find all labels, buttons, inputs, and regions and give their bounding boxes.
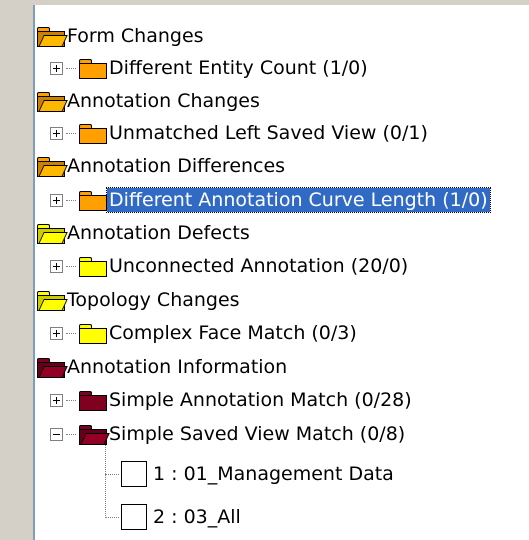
connector-line (66, 265, 76, 267)
open-folder-icon (36, 223, 68, 244)
tree-item-different-entity-count[interactable]: Different Entity Count (1/0) (50, 52, 370, 84)
tree-item-unconnected-annotation[interactable]: Unconnected Annotation (20/0) (50, 250, 410, 282)
tree-leaf-saved-view-2[interactable]: 2 : 03_All (105, 501, 243, 533)
folder-icon (78, 190, 107, 211)
connector-line (105, 473, 119, 475)
tree-item-label: Form Changes (67, 25, 204, 47)
open-folder-icon (36, 26, 68, 47)
tree-category-topology-changes[interactable]: Topology Changes (36, 284, 242, 316)
tree-item-complex-face-match[interactable]: Complex Face Match (0/3) (50, 317, 359, 349)
folder-icon (78, 123, 107, 144)
tree-category-annotation-changes[interactable]: Annotation Changes (36, 85, 262, 117)
tree-item-label: Unmatched Left Saved View (0/1) (109, 122, 428, 144)
tree-category-annotation-differences[interactable]: Annotation Differences (36, 150, 287, 182)
expand-icon[interactable] (50, 61, 63, 75)
expand-icon[interactable] (50, 126, 63, 140)
tree-item-label: Annotation Differences (67, 155, 286, 177)
folder-icon (78, 256, 107, 277)
tree-item-label: 1 : 01_Management Data (153, 463, 394, 485)
checkbox[interactable] (121, 504, 147, 530)
tree-item-label: 2 : 03_All (153, 506, 241, 528)
connector-line (66, 132, 76, 134)
tree-item-different-annotation-curve-length[interactable]: Different Annotation Curve Length (1/0) (50, 184, 491, 216)
tree-item-label: Different Annotation Curve Length (1/0) (106, 187, 491, 213)
expand-icon[interactable] (50, 193, 63, 207)
tree-category-form-changes[interactable]: Form Changes (36, 20, 206, 52)
connector-line (66, 199, 76, 201)
tree-item-label: Annotation Defects (67, 222, 250, 244)
open-folder-icon (36, 357, 68, 378)
tree-leaf-saved-view-1[interactable]: 1 : 01_Management Data (105, 458, 396, 490)
folder-icon (78, 58, 107, 79)
tree-item-label: Annotation Information (67, 356, 288, 378)
tree-item-simple-saved-view-match[interactable]: Simple Saved View Match (0/8) (50, 418, 407, 450)
open-folder-icon (78, 424, 110, 445)
tree-item-label: Different Entity Count (1/0) (109, 57, 368, 79)
connector-line (66, 433, 76, 435)
connector-line (105, 516, 119, 518)
tree-item-label: Simple Saved View Match (0/8) (109, 423, 406, 445)
expand-icon[interactable] (50, 259, 63, 273)
connector-line (66, 332, 76, 334)
checkbox[interactable] (121, 461, 147, 487)
tree-item-simple-annotation-match[interactable]: Simple Annotation Match (0/28) (50, 384, 414, 416)
tree-left-edge (33, 5, 35, 540)
tree-category-annotation-defects[interactable]: Annotation Defects (36, 217, 252, 249)
tree-item-label: Annotation Changes (67, 90, 260, 112)
open-folder-icon (36, 91, 68, 112)
folder-icon (78, 390, 107, 411)
left-panel-border (0, 0, 33, 540)
tree-item-unmatched-left-saved-view[interactable]: Unmatched Left Saved View (0/1) (50, 117, 430, 149)
top-border (0, 0, 529, 5)
tree-item-label: Topology Changes (67, 289, 240, 311)
tree-item-label: Unconnected Annotation (20/0) (109, 255, 409, 277)
open-folder-icon (36, 290, 68, 311)
connector-line (66, 399, 76, 401)
tree-category-annotation-information[interactable]: Annotation Information (36, 351, 289, 383)
open-folder-icon (36, 156, 68, 177)
tree-item-label: Simple Annotation Match (0/28) (109, 389, 412, 411)
folder-icon (78, 323, 107, 344)
collapse-icon[interactable] (50, 427, 63, 441)
connector-line (66, 67, 76, 69)
expand-icon[interactable] (50, 393, 63, 407)
expand-icon[interactable] (50, 326, 63, 340)
tree-item-label: Complex Face Match (0/3) (109, 322, 357, 344)
